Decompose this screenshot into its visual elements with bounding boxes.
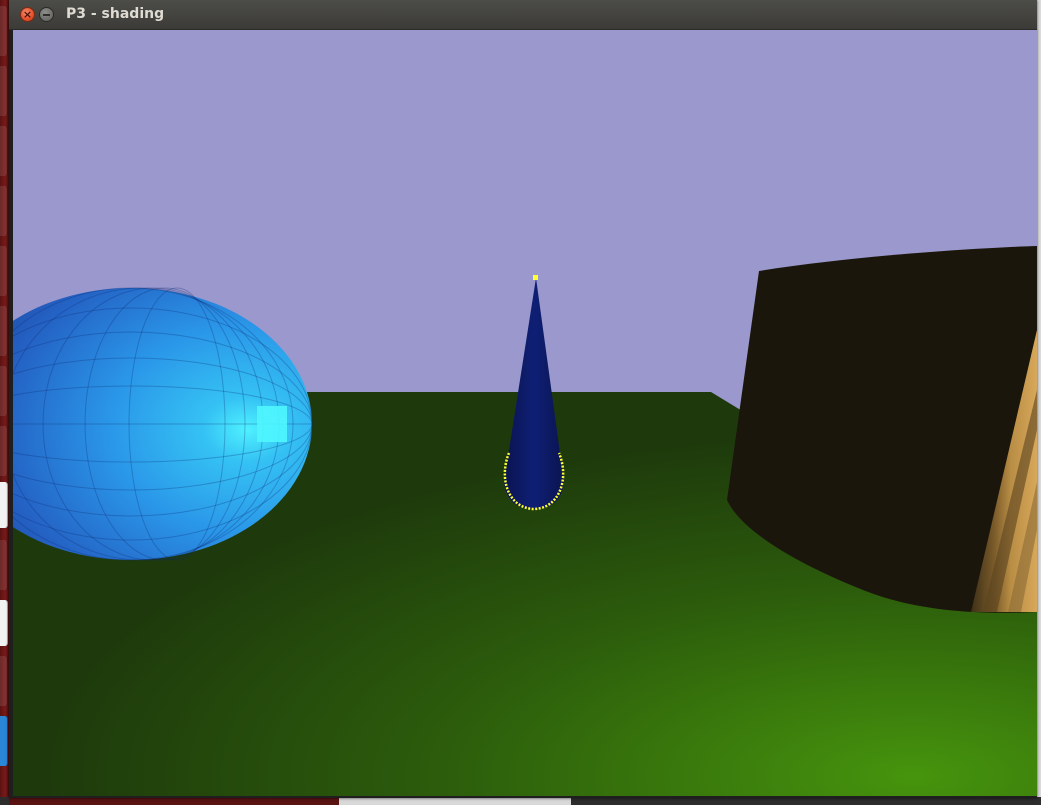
launcher-item[interactable] — [0, 482, 8, 528]
desktop: × P3 - shading — [0, 0, 1041, 805]
close-icon: × — [22, 8, 33, 21]
launcher-item[interactable] — [0, 540, 8, 590]
app-window: × P3 - shading — [9, 0, 1037, 798]
launcher-item[interactable] — [0, 716, 8, 766]
bottom-panel-segment — [339, 797, 571, 805]
close-button[interactable]: × — [20, 7, 35, 22]
launcher — [0, 0, 9, 805]
opengl-viewport[interactable] — [13, 30, 1037, 796]
launcher-item[interactable] — [0, 186, 8, 236]
launcher-item[interactable] — [0, 600, 8, 646]
launcher-item[interactable] — [0, 66, 8, 116]
launcher-item[interactable] — [0, 246, 8, 296]
minimize-icon — [43, 13, 50, 16]
window-titlebar[interactable]: × P3 - shading — [9, 0, 1037, 30]
scene-canvas — [13, 30, 1037, 796]
bottom-panel-segment — [9, 797, 339, 805]
minimize-button[interactable] — [39, 7, 54, 22]
launcher-item[interactable] — [0, 426, 8, 476]
launcher-item[interactable] — [0, 6, 8, 56]
launcher-item[interactable] — [0, 656, 8, 706]
launcher-item[interactable] — [0, 126, 8, 176]
launcher-item[interactable] — [0, 306, 8, 356]
launcher-item[interactable] — [0, 366, 8, 416]
bottom-panel — [0, 797, 1041, 805]
window-title: P3 - shading — [66, 6, 165, 22]
